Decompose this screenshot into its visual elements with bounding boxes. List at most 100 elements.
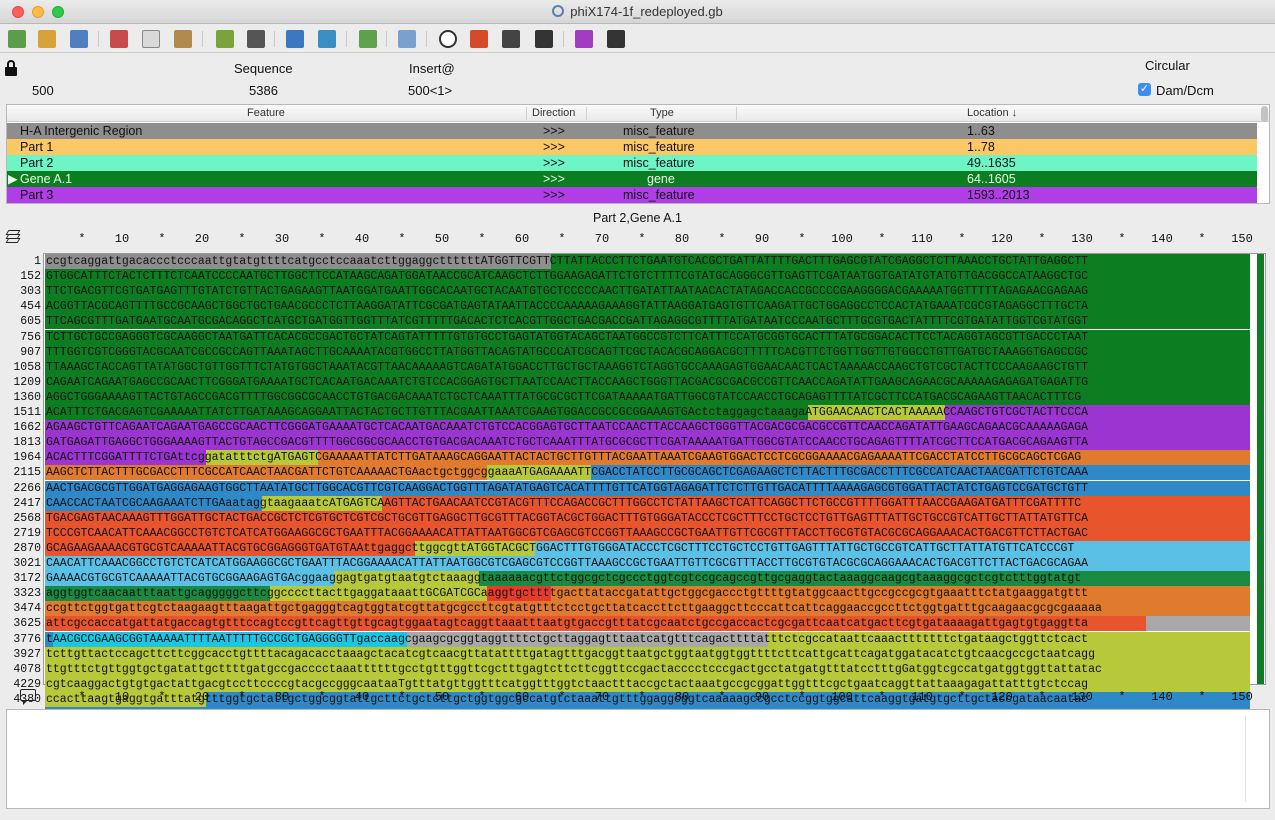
window-title-container: phiX174-1f_redeployed.gb bbox=[0, 4, 1275, 19]
ruler-label: 120 bbox=[991, 232, 1013, 246]
column-direction[interactable]: Direction bbox=[532, 107, 575, 119]
sequence-line[interactable]: ccgttctggtgattcgtctaagaagtttaagattgctgag… bbox=[45, 601, 1253, 617]
sequence-line[interactable]: TTCTGACGTTCGTGATGAGTTTGTATCTGTTACTGAGAAG… bbox=[45, 284, 1253, 300]
flag-icon[interactable] bbox=[470, 30, 488, 48]
dam-dcm-label: Dam/Dcm bbox=[1156, 83, 1214, 98]
ruler-label: 140 bbox=[1151, 232, 1173, 246]
feature-name: Part 3 bbox=[20, 188, 54, 202]
sequence-row-number: 1662 bbox=[13, 421, 41, 435]
ruler-tick: * bbox=[1198, 690, 1206, 704]
sequence-line[interactable]: aggtggtcaacaatttaattgcagggggcttcggcccctt… bbox=[45, 586, 1253, 602]
sequence-line[interactable]: CAACCACTAATCGCAAGAAATCTTGAaataggtaagaaat… bbox=[45, 495, 1253, 511]
sequence-line[interactable]: TTAAAGCTACCAGTTATATGGCTGTTGGTTTCTATGTGGC… bbox=[45, 359, 1253, 375]
notes-scrollbar[interactable] bbox=[1245, 716, 1259, 802]
feature-row[interactable]: Part 2 >>> misc_feature 49..1635 bbox=[7, 155, 1257, 171]
sequence-line[interactable]: GCAGAAGAAAACGTGCGTCAAAAATTACGTGCGGAGGGTG… bbox=[45, 540, 1253, 556]
cut-icon[interactable] bbox=[110, 30, 128, 48]
ruler-tick: * bbox=[958, 232, 966, 246]
sequence-line[interactable]: TGACGAGTAACAAAGTTTGGATTGCTACTGACCGCTCTCG… bbox=[45, 510, 1253, 526]
sequence-line[interactable]: AGAAGCTGTTCAGAATCAGAATGAGCCGCAACTTCGGGAT… bbox=[45, 420, 1253, 436]
feature-direction: >>> bbox=[543, 124, 565, 138]
sequence-row-number: 2870 bbox=[13, 541, 41, 555]
sequence-line[interactable]: ACATTTCTGACGAGTCGAAAAATTATCTTGATAAAGCAGG… bbox=[45, 405, 1253, 420]
sequence-line[interactable]: ACGGTTACGCAGTTTTGCCGCAAGCTGGCTGCTGAACGCC… bbox=[45, 299, 1253, 315]
sequence-line[interactable]: GATGAGATTGAGGCTGGGAAAAGTTACTGTAGCCGACGTT… bbox=[45, 435, 1253, 451]
ruler-label: 150 bbox=[1231, 232, 1253, 246]
sequence-line[interactable]: TCTTGCTGCCGAGGGTCGCAAGGCTAATGATTCACACGCC… bbox=[45, 329, 1253, 345]
sequence-text: tAACGCCGAAGCGGTAAAAATTTTAATTTTTGCCGCTGAG… bbox=[46, 632, 1089, 646]
feature-row[interactable]: ▶ Gene A.1 >>> gene 64..1605 bbox=[7, 171, 1257, 187]
toolbar-separator bbox=[98, 31, 99, 47]
sequence-line[interactable]: AGGCTGGGAAAAGTTACTGTAGCCGACGTTTTGGCGGCGC… bbox=[45, 389, 1253, 405]
text-view-icon[interactable] bbox=[535, 30, 553, 48]
feature-row[interactable]: Part 3 >>> misc_feature 1593..2013 bbox=[7, 187, 1257, 203]
sequence-line[interactable]: AACTGACGCGTTGGATGAGGAGAAGTGGCTTAATATGCTT… bbox=[45, 480, 1253, 496]
notes-area[interactable] bbox=[6, 709, 1270, 809]
ruler-label: 70 bbox=[594, 232, 610, 246]
sequence-text: attcgccaccatgattatgaccagtgtttccagtccgttc… bbox=[46, 617, 1089, 631]
sequence-line[interactable]: TTCAGCGTTTGATGAATGCAATGCGACAGGCTCATGCTGA… bbox=[45, 314, 1253, 330]
paste-icon[interactable] bbox=[174, 30, 192, 48]
primer-icon[interactable] bbox=[359, 30, 377, 48]
toolbar-separator bbox=[274, 31, 275, 47]
sequence-line[interactable]: ACACTTTCGGATTTTCTGAttcggatatttctgATGAGTC… bbox=[45, 450, 1253, 466]
sequence-line[interactable]: GAAAACGTGCGTCAAAAATTACGTGCGGAAGAGTGAcgga… bbox=[45, 571, 1253, 587]
sequence-row-number: 1360 bbox=[13, 390, 41, 404]
feature-row[interactable]: H-A Intergenic Region >>> misc_feature 1..6… bbox=[7, 123, 1257, 139]
ruler-label: 110 bbox=[911, 232, 933, 246]
sequence-line[interactable]: tAACGCCGAAGCGGTAAAAATTTTAATTTTTGCCGCTGAG… bbox=[45, 631, 1253, 647]
sequence-line[interactable]: TTTGGTCGTCGGGTACGCAATCGCCGCCAGTTAAATAGCT… bbox=[45, 344, 1253, 360]
sequence-row-number: 3474 bbox=[13, 602, 41, 616]
comment-icon[interactable] bbox=[20, 689, 36, 705]
table-icon[interactable] bbox=[398, 30, 416, 48]
sequence-text: AAGCTCTTACTTTGCGACCTTTCGCCATCAACTAACGATT… bbox=[46, 466, 1089, 480]
ruler-label: 50 bbox=[434, 232, 450, 246]
layers-icon[interactable] bbox=[5, 230, 21, 244]
sequence-line[interactable]: ccgtcaggattgacaccctcccaattgtatgttttcatgc… bbox=[45, 254, 1253, 269]
lines-icon[interactable] bbox=[607, 30, 625, 48]
sequence-text: TTTGGTCGTCGGGTACGCAATCGCCGCCAGTTAAATAGCT… bbox=[46, 345, 1089, 359]
features-list-icon[interactable] bbox=[575, 30, 593, 48]
sequence-line[interactable]: GTGGCATTTCTACTCTTTCTCAATCCCCAATGCTTGGCTT… bbox=[45, 269, 1253, 285]
new-file-icon[interactable] bbox=[8, 30, 26, 48]
sequence-view[interactable]: 1 ccgtcaggattgacaccctcccaattgtatgttttcatg… bbox=[13, 253, 1266, 753]
open-folder-icon[interactable] bbox=[38, 30, 56, 48]
feature-type: misc_feature bbox=[623, 140, 695, 154]
save-icon[interactable] bbox=[70, 30, 88, 48]
feature-row[interactable]: Part 1 >>> misc_feature 1..78 bbox=[7, 139, 1257, 155]
find-icon[interactable] bbox=[216, 30, 234, 48]
copy-icon[interactable] bbox=[142, 30, 160, 48]
column-feature[interactable]: Feature bbox=[247, 107, 285, 119]
ruler-tick: * bbox=[1198, 232, 1206, 246]
sequence-line[interactable]: CAACATTCAAACGGCCTGTCTCATCATGGAAGGCGCTGAA… bbox=[45, 556, 1253, 571]
sequence-line[interactable]: attcgccaccatgattatgaccagtgtttccagtccgttc… bbox=[45, 616, 1253, 632]
sequence-row-number: 3323 bbox=[13, 587, 41, 601]
sequence-text: TTCTGACGTTCGTGATGAGTTTGTATCTGTTACTGAGAAG… bbox=[46, 285, 1089, 299]
feature-location: 64..1605 bbox=[967, 172, 1016, 186]
sequence-row-number: 152 bbox=[20, 270, 41, 284]
sequence-line[interactable]: CAGAATCAGAATGAGCCGCAACTTCGGGATGAAAATGCTC… bbox=[45, 374, 1253, 390]
dam-dcm-checkbox[interactable]: ✓ bbox=[1138, 83, 1151, 96]
ruler-tick: * bbox=[558, 690, 566, 704]
ruler-label: 90 bbox=[754, 690, 770, 704]
translate-icon[interactable] bbox=[286, 30, 304, 48]
sequence-line[interactable]: TCCCGTCAACATTCAAACGGCCTGTCTCATCATGGAAGGC… bbox=[45, 525, 1253, 541]
sequence-line[interactable]: tcttgttactccagcttcttcggcacctgttttacagaca… bbox=[45, 646, 1253, 662]
ruler-tick: * bbox=[78, 690, 86, 704]
lock-icon[interactable] bbox=[5, 60, 17, 76]
binoculars-icon[interactable] bbox=[247, 30, 265, 48]
sequence-text: aggtggtcaacaatttaattgcagggggcttcggcccctt… bbox=[46, 587, 1089, 601]
sequence-line[interactable]: AAGCTCTTACTTTGCGACCTTTCGCCATCAACTAACGATT… bbox=[45, 465, 1253, 481]
column-type[interactable]: Type bbox=[650, 107, 674, 119]
reverse-complement-icon[interactable] bbox=[318, 30, 336, 48]
circular-map-icon[interactable] bbox=[439, 30, 457, 48]
insert-label: Insert@ bbox=[409, 61, 455, 76]
ruler-label: 40 bbox=[354, 690, 370, 704]
sequence-line[interactable]: ttgtttctgttggtgctgatattgcttttgatgccgaccc… bbox=[45, 661, 1253, 677]
toolbar-separator bbox=[426, 31, 427, 47]
feature-highlight bbox=[1145, 616, 1251, 632]
restriction-sites-icon[interactable] bbox=[502, 30, 520, 48]
features-scrollbar[interactable] bbox=[1261, 106, 1268, 122]
column-location[interactable]: Location ↓ bbox=[967, 107, 1017, 119]
ruler-label: 20 bbox=[194, 232, 210, 246]
